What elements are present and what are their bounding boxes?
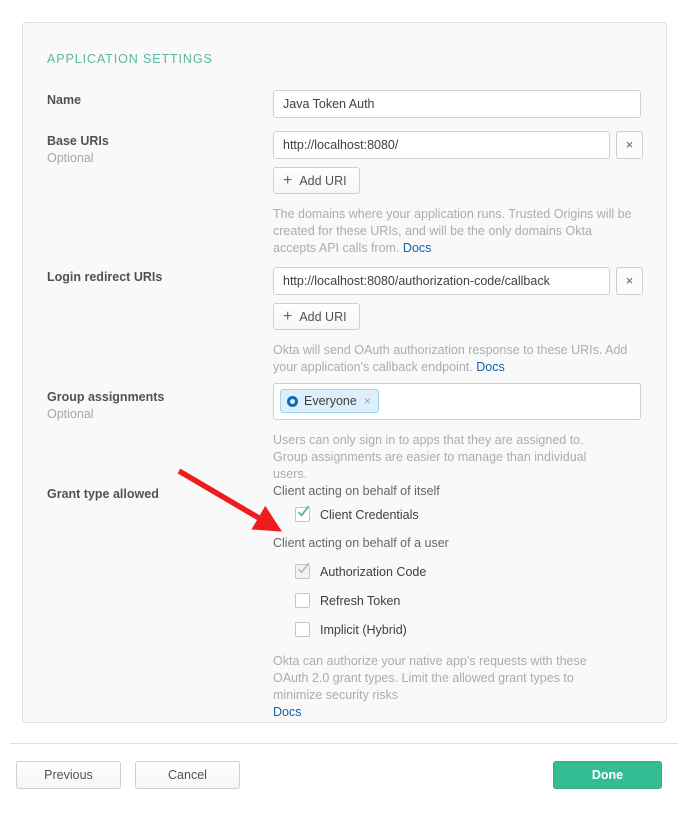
base-uris-help-text: The domains where your application runs.… — [273, 206, 635, 257]
remove-base-uri-button[interactable]: × — [616, 131, 643, 159]
login-redirect-uris-field-wrap: × + Add URI Okta will send OAuth authori… — [273, 267, 643, 376]
plus-icon: + — [283, 307, 293, 325]
remove-group-chip-icon[interactable]: × — [364, 395, 371, 407]
group-ring-icon — [287, 395, 298, 407]
add-login-redirect-uri-button[interactable]: + Add URI — [273, 303, 360, 330]
login-redirect-uris-docs-link[interactable]: Docs — [476, 360, 504, 374]
previous-button[interactable]: Previous — [16, 761, 121, 789]
authorization-code-checkbox — [295, 562, 310, 579]
name-input[interactable] — [273, 90, 641, 118]
group-assignments-optional-text: Optional — [47, 407, 94, 421]
footer-bar: Previous Cancel Done — [0, 761, 688, 791]
login-redirect-uris-label: Login redirect URIs — [47, 270, 163, 284]
application-settings-card: APPLICATION SETTINGS Name Base URIs Opti… — [22, 22, 667, 723]
grant-group-self-heading: Client acting on behalf of itself — [273, 484, 440, 498]
base-uris-field-wrap: × + Add URI The domains where your appli… — [273, 131, 643, 257]
grant-option-authorization-code: Authorization Code — [295, 562, 623, 579]
check-icon — [297, 505, 310, 518]
grant-type-label: Grant type allowed — [47, 487, 159, 501]
implicit-hybrid-label: Implicit (Hybrid) — [320, 622, 407, 637]
group-assignments-help-text: Users can only sign in to apps that they… — [273, 433, 587, 481]
grant-type-help-text: Okta can authorize your native app's req… — [273, 653, 623, 721]
name-field-wrap — [273, 90, 641, 118]
add-base-uri-button[interactable]: + Add URI — [273, 167, 360, 194]
app-settings-page: APPLICATION SETTINGS Name Base URIs Opti… — [0, 0, 688, 815]
add-login-redirect-uri-label: Add URI — [299, 309, 347, 324]
base-uris-optional-text: Optional — [47, 151, 94, 165]
grant-option-implicit-hybrid[interactable]: Implicit (Hybrid) — [295, 622, 623, 637]
done-button[interactable]: Done — [553, 761, 662, 789]
login-redirect-uri-entry-row: × — [273, 267, 643, 295]
grant-type-help-body: Okta can authorize your native app's req… — [273, 654, 587, 702]
check-icon — [297, 562, 310, 575]
client-credentials-label: Client Credentials — [320, 507, 419, 522]
add-base-uri-label: Add URI — [299, 173, 347, 188]
base-uris-help-body: The domains where your application runs.… — [273, 207, 632, 255]
refresh-token-checkbox[interactable] — [295, 593, 310, 608]
authorization-code-label: Authorization Code — [320, 564, 427, 579]
login-redirect-uris-help-text: Okta will send OAuth authorization respo… — [273, 342, 635, 376]
name-label: Name — [47, 93, 82, 107]
base-uri-input[interactable] — [273, 131, 610, 159]
remove-login-redirect-uri-button[interactable]: × — [616, 267, 643, 295]
base-uris-label: Base URIs Optional — [47, 134, 262, 166]
base-uris-docs-link[interactable]: Docs — [403, 241, 431, 255]
client-credentials-checkbox[interactable] — [295, 505, 310, 522]
group-chip-label: Everyone — [304, 394, 357, 408]
grant-group-user-heading: Client acting on behalf of a user — [273, 536, 449, 550]
page-title: APPLICATION SETTINGS — [47, 52, 213, 66]
group-assignments-label-text: Group assignments — [47, 390, 165, 404]
grant-type-field-wrap: Client acting on behalf of itself Client… — [273, 484, 623, 721]
grant-option-client-credentials[interactable]: Client Credentials — [295, 505, 623, 522]
implicit-hybrid-checkbox[interactable] — [295, 622, 310, 637]
login-redirect-uris-help-body: Okta will send OAuth authorization respo… — [273, 343, 628, 374]
grant-option-refresh-token[interactable]: Refresh Token — [295, 593, 623, 608]
group-chip-everyone[interactable]: Everyone × — [280, 389, 379, 413]
refresh-token-label: Refresh Token — [320, 593, 401, 608]
cancel-button[interactable]: Cancel — [135, 761, 240, 789]
login-redirect-uri-input[interactable] — [273, 267, 610, 295]
footer-divider — [10, 743, 678, 744]
group-assignments-box[interactable]: Everyone × — [273, 383, 641, 420]
group-assignments-label: Group assignments Optional — [47, 390, 262, 422]
grant-type-docs-link[interactable]: Docs — [273, 705, 301, 719]
group-assignments-field-wrap: Everyone × Users can only sign in to app… — [273, 383, 641, 483]
base-uris-label-text: Base URIs — [47, 134, 109, 148]
base-uri-entry-row: × — [273, 131, 643, 159]
plus-icon: + — [283, 171, 293, 189]
